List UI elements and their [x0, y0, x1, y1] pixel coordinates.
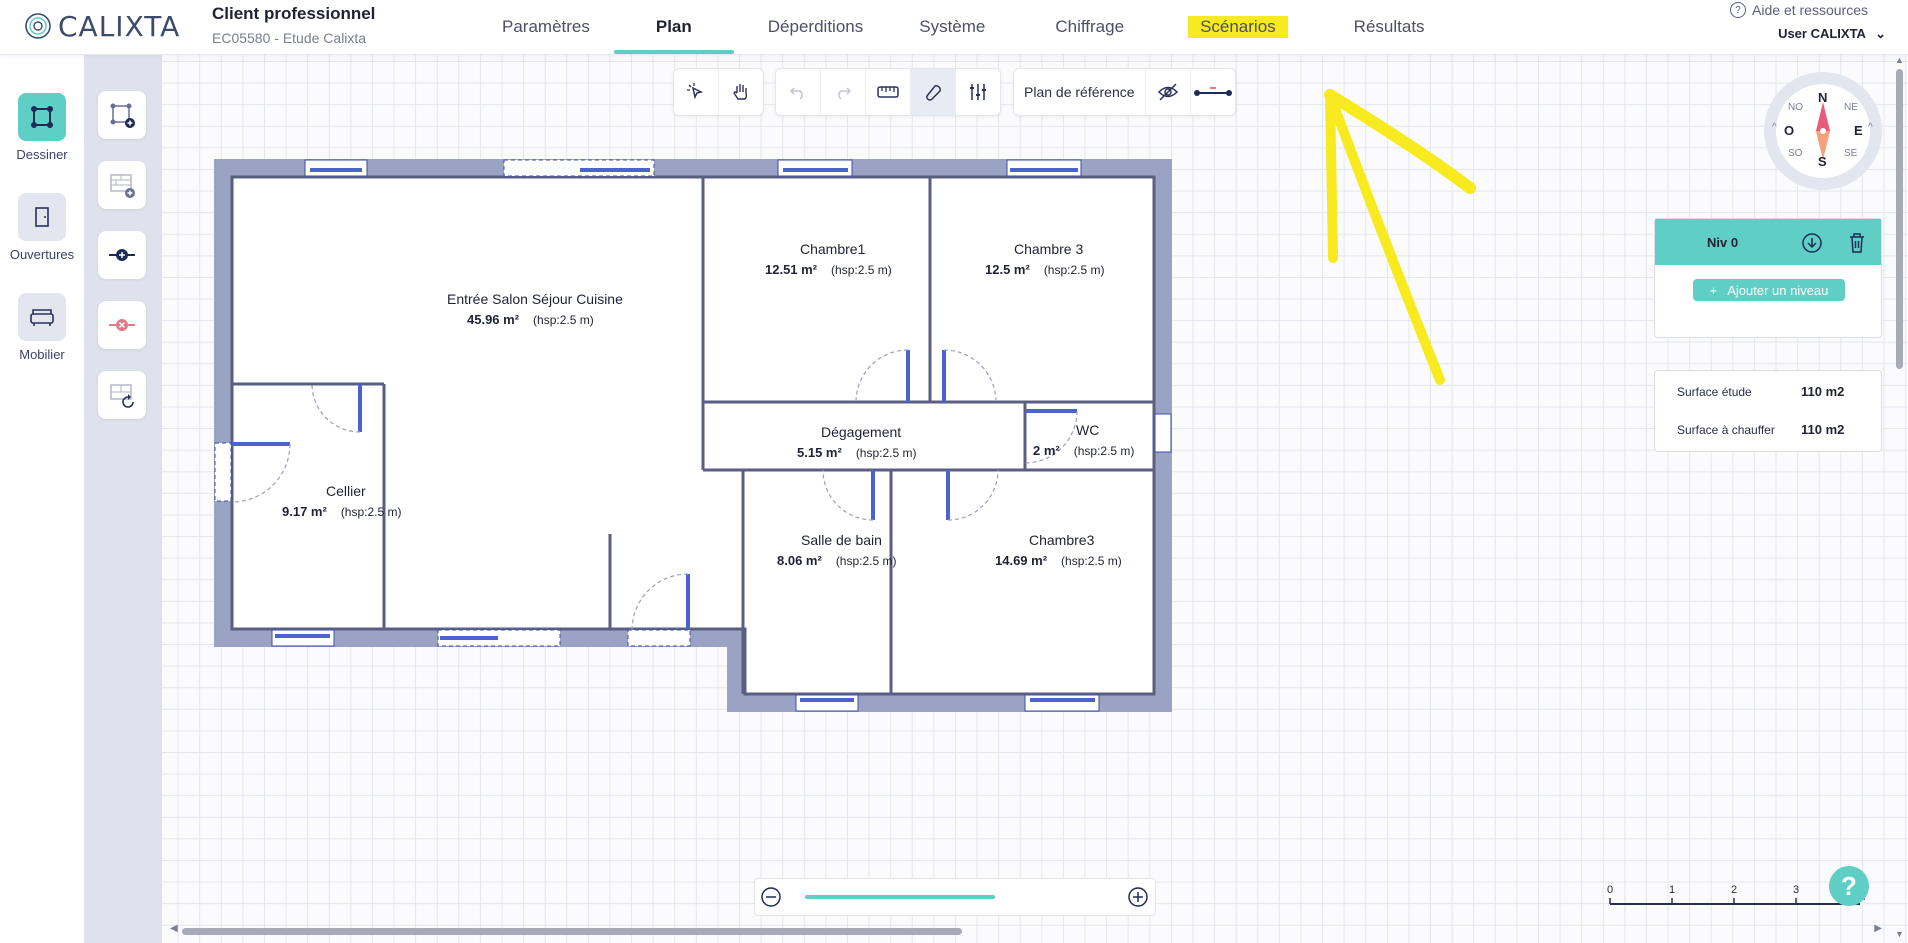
zoom-control [754, 878, 1156, 916]
zoom-slider[interactable] [805, 895, 995, 899]
surface-chauffer-value: 110 m2 [1801, 422, 1845, 437]
scale-tick: 2 [1731, 884, 1738, 896]
zoom-in-icon[interactable] [1127, 886, 1149, 908]
add-level-label: Ajouter un niveau [1727, 282, 1829, 298]
chevron-down-icon: ⌄ [1875, 26, 1886, 41]
help-link[interactable]: ? Aide et ressources [1730, 2, 1868, 18]
question-circle-icon: ? [1730, 2, 1747, 18]
scale-tick: 0 [1607, 884, 1614, 896]
compass-e: E [1854, 123, 1863, 138]
compass-widget[interactable]: N S E O NE NO SE SO ^ ^ [1764, 72, 1882, 190]
tab-plan[interactable]: Plan [613, 0, 734, 54]
calixta-logo[interactable]: CALIXTA [24, 9, 181, 43]
client-reference: EC05580 - Etude Calixta [212, 30, 367, 46]
main-nav: Paramètres Plan Déperditions Système Chi… [478, 0, 1449, 54]
download-icon[interactable] [1801, 232, 1823, 254]
compass-ne: NE [1844, 102, 1858, 113]
tab-resultats[interactable]: Résultats [1328, 0, 1449, 54]
compass-so: SO [1788, 148, 1803, 159]
vertical-scrollbar[interactable]: ▲ ▼ [1894, 55, 1906, 943]
tab-deperditions[interactable]: Déperditions [734, 0, 899, 54]
rotate-left-icon[interactable]: ^ [1772, 122, 1777, 133]
horizontal-scrollbar[interactable]: ◀ ▶ [170, 923, 1890, 936]
add-level-button[interactable]: + Ajouter un niveau [1693, 279, 1845, 301]
scroll-down-icon[interactable]: ▼ [1895, 929, 1904, 939]
trash-icon[interactable] [1847, 232, 1867, 254]
user-menu[interactable]: User CALIXTA ⌄ [1778, 26, 1886, 42]
compass-se: SE [1844, 148, 1858, 159]
horizontal-scroll-thumb[interactable] [182, 928, 962, 935]
compass-s: S [1818, 154, 1827, 169]
compass-o: O [1784, 123, 1795, 138]
surfaces-panel: Surface étude 110 m2 Surface à chauffer … [1654, 370, 1882, 452]
scale-bar: 0 1 2 3 4 m [1606, 884, 1865, 914]
help-button[interactable]: ? [1829, 866, 1869, 906]
logo-swirl-icon [25, 13, 51, 39]
scale-tick: 1 [1669, 884, 1676, 896]
tab-parametres[interactable]: Paramètres [478, 0, 614, 54]
tab-chiffrage[interactable]: Chiffrage [1025, 0, 1164, 54]
level-panel: Niv 0 + Ajouter un niveau [1654, 218, 1882, 338]
compass-no: NO [1788, 102, 1803, 113]
client-name: Client professionnel [212, 4, 376, 23]
surface-etude-value: 110 m2 [1801, 384, 1845, 399]
level-row[interactable]: Niv 0 [1655, 219, 1881, 265]
vertical-scroll-thumb[interactable] [1896, 69, 1903, 369]
client-info: Client professionnel EC05580 - Etude Cal… [212, 4, 375, 46]
help-label: Aide et ressources [1752, 2, 1868, 18]
surface-chauffer-label: Surface à chauffer [1677, 423, 1775, 437]
compass-n: N [1818, 90, 1828, 105]
scroll-up-icon[interactable]: ▲ [1895, 55, 1904, 65]
user-label: User CALIXTA [1778, 26, 1866, 41]
rotate-right-icon[interactable]: ^ [1868, 122, 1873, 133]
logo-text: CALIXTA [58, 9, 181, 43]
top-bar: CALIXTA Client professionnel EC05580 - E… [0, 0, 1908, 55]
scale-tick: 3 [1793, 884, 1800, 896]
tab-scenarios[interactable]: Scénarios [1164, 0, 1328, 54]
plus-icon: + [1709, 282, 1718, 298]
zoom-out-icon[interactable] [760, 886, 782, 908]
surface-etude-label: Surface étude [1677, 385, 1752, 399]
scroll-right-icon[interactable]: ▶ [1874, 923, 1882, 934]
tab-systeme[interactable]: Système [899, 0, 1025, 54]
level-name: Niv 0 [1707, 234, 1739, 250]
scroll-left-icon[interactable]: ◀ [170, 923, 178, 934]
annotation-arrow [1324, 89, 1476, 385]
